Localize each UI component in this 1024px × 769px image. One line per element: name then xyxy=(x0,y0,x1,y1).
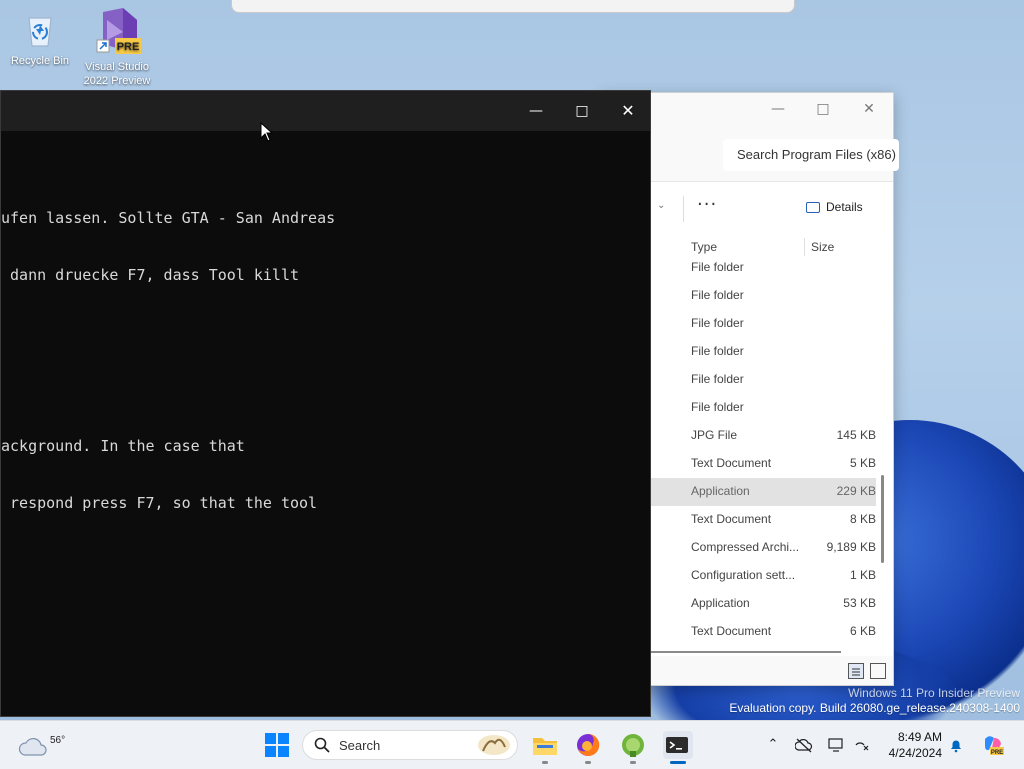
terminal-icon xyxy=(666,737,688,753)
file-type: File folder xyxy=(691,372,744,386)
running-indicator xyxy=(585,761,591,764)
active-indicator xyxy=(670,761,686,764)
bell-icon[interactable] xyxy=(947,737,965,753)
visual-studio-icon: PRE xyxy=(93,6,141,56)
file-type: File folder xyxy=(691,316,744,330)
evaluation-watermark: Windows 11 Pro Insider Preview Evaluatio… xyxy=(729,686,1020,716)
tiles-view-button[interactable] xyxy=(870,663,886,679)
file-type: Configuration sett... xyxy=(691,568,796,582)
recycle-bin-icon xyxy=(20,10,60,50)
minimize-button[interactable]: — xyxy=(513,99,559,123)
list-view-icon xyxy=(852,668,860,676)
column-header-size[interactable]: Size xyxy=(811,240,834,254)
details-view-button[interactable] xyxy=(848,663,864,679)
file-type: File folder xyxy=(691,344,744,358)
maximize-button[interactable]: □ xyxy=(559,99,605,123)
weather-widget[interactable]: 56° xyxy=(18,729,65,761)
clock-time: 8:49 AM xyxy=(897,730,942,744)
file-type: Text Document xyxy=(691,456,772,470)
folder-icon xyxy=(533,738,557,755)
weather-temp: 56° xyxy=(50,735,66,746)
file-type: Text Document xyxy=(691,512,772,526)
details-pane-button[interactable]: Details xyxy=(806,200,863,214)
svg-text:PRE: PRE xyxy=(991,750,1003,755)
file-type: File folder xyxy=(691,288,744,302)
taskbar-search-box[interactable]: Search xyxy=(302,730,518,760)
chevron-up-icon[interactable]: ⌃ xyxy=(764,737,782,753)
terminal-output[interactable]: ufen lassen. Sollte GTA - San Andreas da… xyxy=(1,171,335,551)
details-label: Details xyxy=(826,200,863,214)
file-size: 9,189 KB xyxy=(826,540,876,554)
horizontal-scrollbar[interactable] xyxy=(651,651,841,653)
file-size: 53 KB xyxy=(843,596,876,610)
file-type: Application xyxy=(691,484,750,498)
file-size: 5 KB xyxy=(849,456,876,470)
file-size: 6 KB xyxy=(849,624,876,638)
file-type: Compressed Archi... xyxy=(691,540,800,554)
terminal-line: respond press F7, so that the tool xyxy=(1,494,318,512)
running-indicator xyxy=(542,761,548,764)
terminal-line: ufen lassen. Sollte GTA - San Andreas xyxy=(1,209,336,227)
file-type: File folder xyxy=(691,400,744,414)
cloud-offline-icon[interactable] xyxy=(794,737,813,753)
watermark-line1: Windows 11 Pro Insider Preview xyxy=(848,686,1020,700)
desktop-icon-visual-studio[interactable]: PRE Visual Studio 2022 Preview xyxy=(77,6,157,88)
more-options-button[interactable]: ··· xyxy=(697,194,717,215)
column-header-type[interactable]: Type xyxy=(691,240,717,254)
file-size: 1 KB xyxy=(849,568,876,582)
file-size: 145 KB xyxy=(836,428,876,442)
toolbar-divider xyxy=(683,196,684,222)
close-button[interactable]: ✕ xyxy=(849,97,889,121)
taskbar: 56° Search ⌃ 8:49 AM 4/24/2024 PRE xyxy=(0,720,1024,769)
search-icon xyxy=(314,737,330,753)
network-icon[interactable] xyxy=(853,737,871,753)
windows-logo-icon xyxy=(265,733,289,757)
firefox-taskbar-button[interactable] xyxy=(574,731,602,759)
start-button[interactable] xyxy=(265,733,289,757)
desktop-icon-label-line1: Visual Studio xyxy=(84,61,149,73)
file-explorer-taskbar-button[interactable] xyxy=(531,731,559,759)
watermark-line2: Evaluation copy. Build 26080.ge_release.… xyxy=(729,701,1020,715)
partial-window-edge xyxy=(231,0,795,13)
explorer-search-input[interactable]: Search Program Files (x86) xyxy=(723,139,899,171)
file-type: Application xyxy=(691,596,750,610)
running-indicator xyxy=(630,761,636,764)
app-taskbar-button[interactable] xyxy=(619,731,647,759)
terminal-line: ackground. In the case that xyxy=(1,437,245,455)
file-type: JPG File xyxy=(691,428,738,442)
clock-date: 4/24/2024 xyxy=(888,746,942,760)
terminal-line: dann druecke F7, dass Tool killt xyxy=(1,266,300,284)
file-size: 8 KB xyxy=(849,512,876,526)
terminal-taskbar-button[interactable] xyxy=(663,731,693,759)
file-type: Text Document xyxy=(691,624,772,638)
close-button[interactable]: ✕ xyxy=(605,99,651,123)
system-clock[interactable]: 8:49 AM 4/24/2024 xyxy=(880,729,942,761)
file-type: File folder xyxy=(691,260,744,274)
desktop-icon-recycle-bin[interactable]: Recycle Bin xyxy=(0,10,80,68)
chevron-down-icon[interactable]: ⌄ xyxy=(657,200,665,211)
terminal-window[interactable]: — □ ✕ ufen lassen. Sollte GTA - San Andr… xyxy=(0,90,651,717)
details-pane-icon xyxy=(806,202,820,213)
cloud-icon xyxy=(18,737,47,756)
vertical-scrollbar[interactable] xyxy=(881,475,884,563)
search-label: Search xyxy=(339,738,381,753)
file-size: 229 KB xyxy=(836,484,876,498)
terminal-title-bar[interactable]: — □ ✕ xyxy=(1,91,650,131)
minimize-button[interactable]: — xyxy=(758,97,798,121)
desktop-icon-label: Recycle Bin xyxy=(10,55,70,67)
search-highlight-icon xyxy=(478,735,510,755)
svg-text:PRE: PRE xyxy=(117,41,140,53)
firefox-icon xyxy=(577,733,600,756)
desktop-icon-label-line2: 2022 Preview xyxy=(83,75,151,87)
copilot-icon[interactable]: PRE xyxy=(982,733,1004,756)
mouse-cursor-icon xyxy=(260,122,274,142)
maximize-button[interactable]: □ xyxy=(803,97,843,121)
green-app-icon xyxy=(622,734,644,757)
display-icon[interactable] xyxy=(827,737,845,753)
